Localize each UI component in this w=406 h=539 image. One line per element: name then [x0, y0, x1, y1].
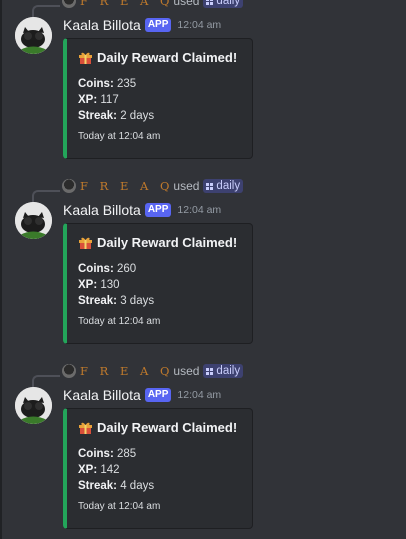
field-value: 117 — [100, 94, 119, 106]
embed-fields: Coins: 285 XP: 142 Streak: 4 days — [78, 446, 252, 494]
timestamp[interactable]: 12:04 am — [177, 389, 221, 401]
gift-icon — [78, 420, 93, 435]
field-value: 130 — [100, 279, 120, 291]
user-mini-avatar[interactable] — [62, 179, 76, 193]
app-badge: APP — [144, 203, 172, 217]
message: F R E A Q used daily Kaala Billota APP 1… — [2, 0, 406, 170]
embed-fields: Coins: 235 XP: 117 Streak: 2 days — [78, 76, 252, 124]
field-label: Streak: — [78, 110, 117, 122]
embed-footer: Today at 12:04 am — [78, 501, 161, 512]
app-badge: APP — [144, 18, 172, 32]
used-label: used — [173, 179, 200, 193]
user-mini-avatar[interactable] — [62, 0, 76, 8]
reward-embed: Daily Reward Claimed! Coins: 285 XP: 142… — [63, 408, 253, 529]
cat-avatar-icon[interactable] — [15, 387, 52, 424]
used-label: used — [173, 0, 200, 8]
message-header: Kaala Billota APP 12:04 am — [63, 387, 221, 403]
coins-field: Coins: 235 — [78, 76, 252, 92]
streak-field: Streak: 4 days — [78, 478, 252, 494]
embed-footer: Today at 12:04 am — [78, 131, 161, 142]
command-mention[interactable]: daily — [203, 179, 244, 193]
command-name: daily — [216, 365, 241, 377]
field-label: Coins: — [78, 263, 114, 275]
field-value: 142 — [100, 464, 120, 476]
field-value: 285 — [116, 448, 137, 460]
app-badge: APP — [144, 388, 172, 402]
message-header: Kaala Billota APP 12:04 am — [63, 202, 221, 218]
bot-name[interactable]: Kaala Billota — [63, 387, 141, 403]
reply-username[interactable]: F R E A Q — [80, 179, 173, 193]
field-value: 3 days — [120, 295, 155, 307]
slash-command-icon — [206, 367, 214, 375]
cat-avatar-icon[interactable] — [15, 17, 52, 54]
xp-field: XP: 142 — [78, 462, 252, 478]
command-mention[interactable]: daily — [203, 364, 244, 378]
xp-field: XP: 130 — [78, 277, 252, 293]
field-value: 235 — [116, 78, 137, 90]
field-label: XP: — [78, 94, 98, 106]
embed-title-text: Daily Reward Claimed! — [97, 235, 238, 250]
coins-field: Coins: 285 — [78, 446, 252, 462]
field-value: 260 — [116, 263, 137, 275]
field-label: Coins: — [78, 448, 114, 460]
used-label: used — [173, 364, 200, 378]
field-label: Streak: — [78, 480, 117, 492]
embed-fields: Coins: 260 XP: 130 Streak: 3 days — [78, 261, 252, 309]
xp-field: XP: 117 — [78, 92, 252, 108]
timestamp[interactable]: 12:04 am — [177, 19, 221, 31]
bot-name[interactable]: Kaala Billota — [63, 202, 141, 218]
embed-title: Daily Reward Claimed! — [78, 420, 252, 435]
reward-embed: Daily Reward Claimed! Coins: 235 XP: 117… — [63, 38, 253, 159]
command-mention[interactable]: daily — [203, 0, 244, 8]
message: F R E A Q used daily Kaala Billota APP 1… — [2, 364, 406, 539]
command-reply-context[interactable]: F R E A Q used daily — [62, 178, 244, 194]
command-reply-context[interactable]: F R E A Q used daily — [62, 0, 244, 9]
message-header: Kaala Billota APP 12:04 am — [63, 17, 221, 33]
command-reply-context[interactable]: F R E A Q used daily — [62, 363, 244, 379]
reply-username[interactable]: F R E A Q — [80, 364, 173, 378]
embed-title-text: Daily Reward Claimed! — [97, 420, 238, 435]
field-label: Streak: — [78, 295, 117, 307]
message: F R E A Q used daily Kaala Billota APP 1… — [2, 179, 406, 355]
field-value: 4 days — [120, 480, 155, 492]
streak-field: Streak: 3 days — [78, 293, 252, 309]
gift-icon — [78, 235, 93, 250]
streak-field: Streak: 2 days — [78, 108, 252, 124]
message-list: F R E A Q used daily Kaala Billota APP 1… — [0, 0, 406, 539]
slash-command-icon — [206, 182, 214, 190]
gift-icon — [78, 50, 93, 65]
field-label: Coins: — [78, 78, 114, 90]
command-name: daily — [216, 180, 241, 192]
reward-embed: Daily Reward Claimed! Coins: 260 XP: 130… — [63, 223, 253, 344]
cat-avatar-icon[interactable] — [15, 202, 52, 239]
embed-title: Daily Reward Claimed! — [78, 235, 252, 250]
command-name: daily — [216, 0, 241, 7]
slash-command-icon — [206, 0, 214, 5]
user-mini-avatar[interactable] — [62, 364, 76, 378]
field-value: 2 days — [120, 110, 155, 122]
field-label: XP: — [78, 464, 98, 476]
embed-title-text: Daily Reward Claimed! — [97, 50, 238, 65]
embed-footer: Today at 12:04 am — [78, 316, 161, 327]
embed-title: Daily Reward Claimed! — [78, 50, 252, 65]
timestamp[interactable]: 12:04 am — [177, 204, 221, 216]
reply-username[interactable]: F R E A Q — [80, 0, 173, 8]
coins-field: Coins: 260 — [78, 261, 252, 277]
field-label: XP: — [78, 279, 98, 291]
bot-name[interactable]: Kaala Billota — [63, 17, 141, 33]
